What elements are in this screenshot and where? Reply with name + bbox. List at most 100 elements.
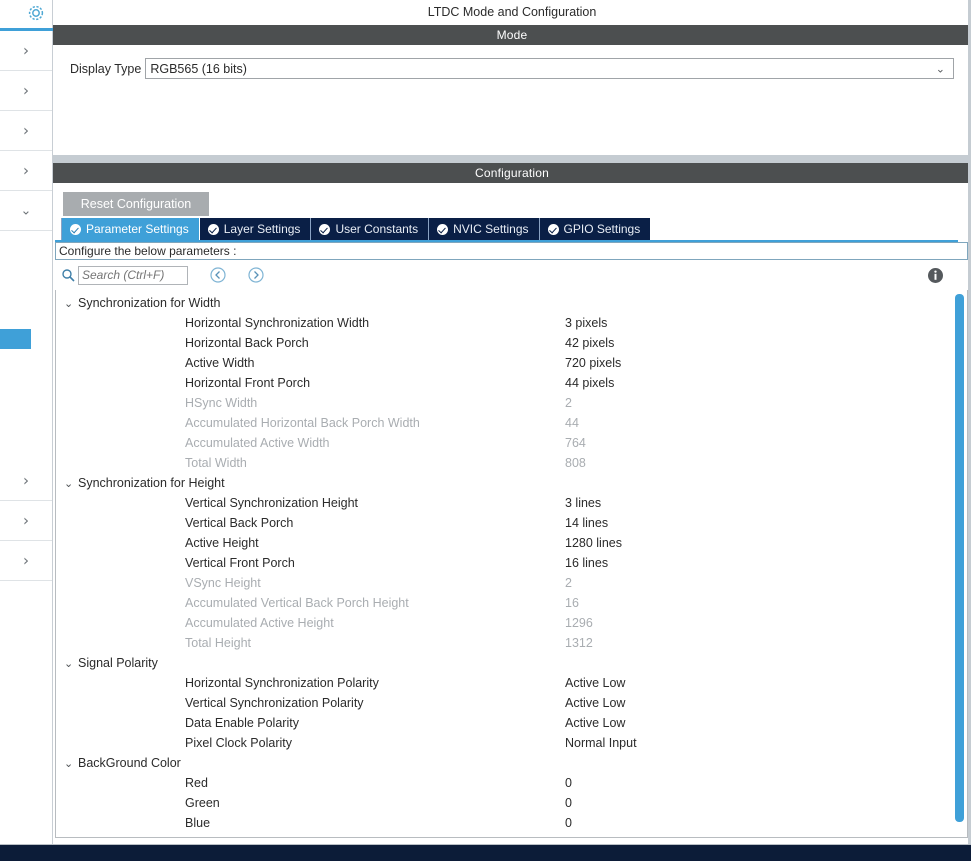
param-value: Active Low bbox=[565, 696, 626, 710]
param-row[interactable]: Pixel Clock Polarity Normal Input bbox=[56, 733, 951, 753]
reset-row: Reset Configuration bbox=[53, 183, 971, 218]
param-name: Active Height bbox=[185, 536, 259, 550]
param-name: Horizontal Synchronization Polarity bbox=[185, 676, 379, 690]
param-name: Pixel Clock Polarity bbox=[185, 736, 292, 750]
chevron-right-icon: › bbox=[23, 471, 29, 489]
status-bar bbox=[0, 845, 971, 861]
sidebar-item-5[interactable]: › bbox=[0, 461, 52, 501]
parameter-tree-content: ⌄ Synchronization for Width Horizontal S… bbox=[56, 290, 951, 833]
param-value: 1280 lines bbox=[565, 536, 622, 550]
param-name: Vertical Synchronization Polarity bbox=[185, 696, 364, 710]
param-name: Blue bbox=[185, 816, 211, 830]
reset-configuration-button[interactable]: Reset Configuration bbox=[63, 192, 209, 216]
sidebar-header bbox=[0, 0, 52, 28]
param-value: Normal Input bbox=[565, 736, 637, 750]
tab-gpio-settings[interactable]: GPIO Settings bbox=[539, 218, 651, 240]
scrollbar-thumb[interactable] bbox=[955, 294, 964, 822]
param-name: Horizontal Synchronization Width bbox=[185, 316, 370, 330]
param-value: 2 bbox=[565, 576, 572, 590]
param-row[interactable]: Horizontal Back Porch 42 pixels bbox=[56, 333, 951, 353]
tab-nvic-settings[interactable]: NVIC Settings bbox=[429, 218, 540, 240]
check-circle-icon bbox=[70, 223, 81, 235]
param-name: Accumulated Vertical Back Porch Height bbox=[185, 596, 409, 610]
sidebar-item-7[interactable]: › bbox=[0, 541, 52, 581]
param-row: Accumulated Horizontal Back Porch Width … bbox=[56, 413, 951, 433]
param-value: Active Low bbox=[565, 676, 626, 690]
param-row[interactable]: Horizontal Front Porch 44 pixels bbox=[56, 373, 951, 393]
tab-user-constants[interactable]: User Constants bbox=[311, 218, 430, 240]
chevron-right-icon: › bbox=[23, 511, 29, 529]
vertical-scrollbar[interactable] bbox=[955, 294, 964, 832]
param-row: HSync Width 2 bbox=[56, 393, 951, 413]
sidebar-item-0[interactable]: › bbox=[0, 31, 52, 71]
param-value: 720 pixels bbox=[565, 356, 622, 370]
sidebar-item-2[interactable]: › bbox=[0, 111, 52, 151]
param-name: Vertical Front Porch bbox=[185, 556, 295, 570]
sidebar-selected-item[interactable] bbox=[0, 329, 31, 349]
sidebar-spacer-2 bbox=[0, 430, 52, 461]
param-row[interactable]: Data Enable Polarity Active Low bbox=[56, 713, 951, 733]
param-row[interactable]: Active Width 720 pixels bbox=[56, 353, 951, 373]
param-value: 764 bbox=[565, 436, 586, 450]
settings-tabs: Parameter Settings Layer Settings User C… bbox=[61, 218, 711, 240]
display-type-value: RGB565 (16 bits) bbox=[150, 61, 247, 76]
param-row[interactable]: Horizontal Synchronization Width 3 pixel… bbox=[56, 313, 951, 333]
sidebar-item-3[interactable]: › bbox=[0, 151, 52, 191]
chevron-right-icon: › bbox=[23, 81, 29, 99]
param-row[interactable]: Green 0 bbox=[56, 793, 951, 813]
param-row[interactable]: Red 0 bbox=[56, 773, 951, 793]
arrow-left-circle-icon[interactable] bbox=[210, 267, 226, 283]
arrow-right-circle-icon[interactable] bbox=[248, 267, 264, 283]
mode-section-body: Display Type RGB565 (16 bits) ⌄ bbox=[53, 45, 971, 155]
param-value: 42 pixels bbox=[565, 336, 615, 350]
param-group-header[interactable]: ⌄ Signal Polarity bbox=[56, 653, 951, 673]
sidebar-item-4-expanded[interactable]: ⌄ bbox=[0, 191, 52, 231]
tab-label: User Constants bbox=[335, 222, 419, 236]
param-row: Accumulated Active Height 1296 bbox=[56, 613, 951, 633]
chevron-right-icon: › bbox=[23, 41, 29, 59]
chevron-down-icon: ⌄ bbox=[64, 296, 74, 310]
configuration-section-body: Reset Configuration Parameter Settings L… bbox=[53, 183, 971, 838]
search-input[interactable] bbox=[78, 265, 188, 285]
instruction-text: Configure the below parameters : bbox=[55, 242, 968, 260]
param-row[interactable]: Vertical Synchronization Polarity Active… bbox=[56, 693, 951, 713]
param-row[interactable]: Vertical Back Porch 14 lines bbox=[56, 513, 951, 533]
param-row: Accumulated Vertical Back Porch Height 1… bbox=[56, 593, 951, 613]
tab-layer-settings[interactable]: Layer Settings bbox=[199, 218, 312, 240]
param-name: Vertical Synchronization Height bbox=[185, 496, 359, 510]
param-name: Accumulated Horizontal Back Porch Width bbox=[185, 416, 420, 430]
chevron-right-icon: › bbox=[23, 161, 29, 179]
info-icon[interactable] bbox=[927, 267, 944, 284]
tab-parameter-settings[interactable]: Parameter Settings bbox=[61, 218, 200, 240]
param-name: Green bbox=[185, 796, 220, 810]
chevron-down-icon: ⌄ bbox=[64, 756, 74, 770]
check-circle-icon bbox=[207, 223, 219, 235]
sidebar-item-6[interactable]: › bbox=[0, 501, 52, 541]
param-name: Data Enable Polarity bbox=[185, 716, 299, 730]
param-group-label: Synchronization for Width bbox=[78, 296, 221, 310]
check-circle-icon bbox=[547, 223, 559, 235]
param-group-label: BackGround Color bbox=[78, 756, 181, 770]
param-row: VSync Height 2 bbox=[56, 573, 951, 593]
param-group-header[interactable]: ⌄ Synchronization for Width bbox=[56, 293, 951, 313]
section-divider bbox=[53, 155, 971, 163]
param-row[interactable]: Active Height 1280 lines bbox=[56, 533, 951, 553]
search-toolbar bbox=[53, 260, 971, 290]
display-type-row: Display Type RGB565 (16 bits) ⌄ bbox=[53, 58, 971, 79]
param-value: 808 bbox=[565, 456, 586, 470]
chevron-down-icon: ⌄ bbox=[935, 62, 945, 75]
tab-label: NVIC Settings bbox=[453, 222, 529, 236]
param-row[interactable]: Vertical Front Porch 16 lines bbox=[56, 553, 951, 573]
param-row[interactable]: Vertical Synchronization Height 3 lines bbox=[56, 493, 951, 513]
display-type-select[interactable]: RGB565 (16 bits) ⌄ bbox=[145, 58, 954, 79]
param-group-header[interactable]: ⌄ Synchronization for Height bbox=[56, 473, 951, 493]
param-group-header[interactable]: ⌄ BackGround Color bbox=[56, 753, 951, 773]
gear-icon[interactable] bbox=[26, 3, 46, 23]
param-row[interactable]: Blue 0 bbox=[56, 813, 951, 833]
param-row[interactable]: Horizontal Synchronization Polarity Acti… bbox=[56, 673, 951, 693]
sidebar-item-1[interactable]: › bbox=[0, 71, 52, 111]
param-name: Accumulated Active Width bbox=[185, 436, 330, 450]
param-value: Active Low bbox=[565, 716, 626, 730]
param-value: 0 bbox=[565, 816, 572, 830]
param-value: 14 lines bbox=[565, 516, 609, 530]
